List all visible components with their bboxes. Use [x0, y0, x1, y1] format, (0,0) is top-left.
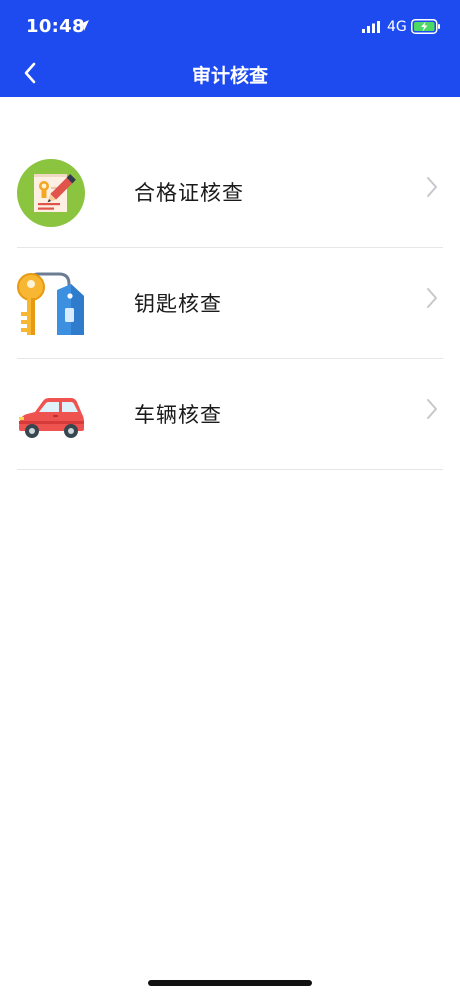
- menu-item-label: 合格证核查: [134, 181, 244, 205]
- page-title: 审计核查: [191, 65, 268, 87]
- chevron-right-icon: [427, 288, 437, 308]
- key-tag-icon: [17, 272, 84, 335]
- location-arrow-icon: [78, 20, 89, 31]
- status-time: 10:48: [26, 16, 85, 37]
- audit-menu-list: 合格证核查 钥匙核查 车辆核查: [0, 137, 460, 470]
- navigation-bar: 审计核查: [0, 54, 460, 97]
- menu-item-certificate-check[interactable]: 合格证核查: [17, 137, 443, 248]
- menu-item-label: 钥匙核查: [134, 292, 222, 316]
- menu-item-vehicle-check[interactable]: 车辆核查: [17, 359, 443, 470]
- car-icon: [19, 398, 84, 438]
- signal-icon: [362, 21, 380, 33]
- home-indicator[interactable]: [148, 980, 312, 986]
- network-type: 4G: [387, 19, 407, 35]
- chevron-right-icon: [427, 177, 437, 197]
- menu-item-label: 车辆核查: [134, 403, 222, 427]
- chevron-right-icon: [427, 399, 437, 419]
- certificate-icon: [17, 159, 85, 227]
- status-bar: 10:48 4G: [0, 0, 460, 54]
- menu-item-key-check[interactable]: 钥匙核查: [17, 248, 443, 359]
- battery-charging-icon: [411, 19, 440, 34]
- app-header: 10:48 4G 审计核查: [0, 0, 460, 97]
